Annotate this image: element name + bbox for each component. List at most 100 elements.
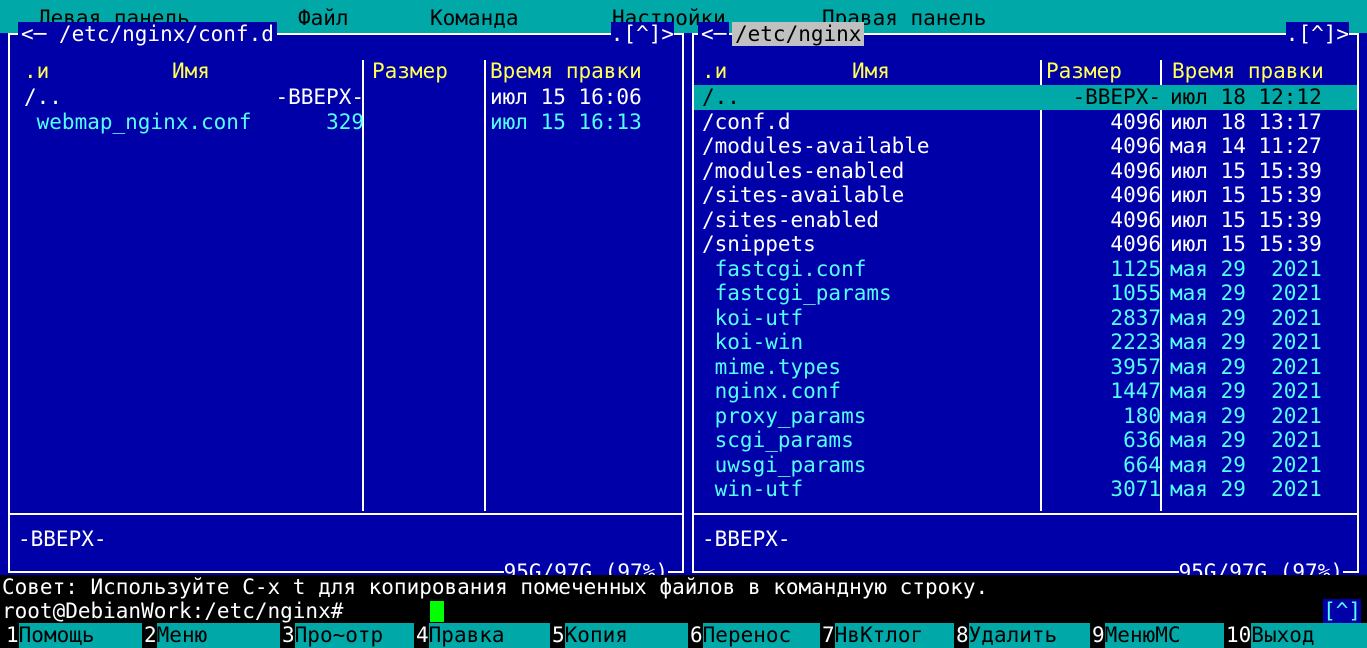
file-size: 4096 <box>1110 232 1161 256</box>
fkey-number: 7 <box>822 623 835 647</box>
header-name[interactable]: Имя <box>852 59 890 84</box>
file-size: 3957 <box>1110 354 1161 379</box>
file-row[interactable]: mime.types 3957 мая 29 2021 <box>694 355 1357 380</box>
right-panel-path[interactable]: /etc/nginx <box>732 22 865 46</box>
file-row[interactable]: /snippets 4096 июл 15 15:39 <box>694 232 1357 257</box>
file-size: 180 <box>1123 403 1161 428</box>
file-row[interactable]: /sites-available 4096 июл 15 15:39 <box>694 183 1357 208</box>
header-size[interactable]: Размер <box>372 59 448 84</box>
file-row[interactable]: fastcgi_params 1055 мая 29 2021 <box>694 281 1357 306</box>
file-row[interactable]: webmap_nginx.conf 329 июл 15 16:13 <box>10 110 682 135</box>
file-mtime: мая 29 2021 <box>1170 452 1322 477</box>
file-row[interactable]: /.. -ВВЕРХ-июл 15 16:06 <box>10 85 682 110</box>
header-size[interactable]: Размер <box>1046 59 1122 84</box>
fkey-number: 3 <box>282 623 295 647</box>
fkey-3[interactable]: 3Про~отр <box>282 623 414 648</box>
file-size: 1055 <box>1110 281 1161 305</box>
fkey-label: Правка <box>428 623 550 648</box>
file-name: /conf.d <box>702 109 791 134</box>
fkey-4[interactable]: 4Правка <box>416 623 550 648</box>
fkey-label: Удалить <box>968 623 1090 648</box>
file-mtime: мая 14 11:27 <box>1170 134 1322 158</box>
shell-prompt: root@DebianWork:/etc/nginx# <box>2 599 344 623</box>
file-size: 2223 <box>1110 330 1161 354</box>
file-size: 4096 <box>1110 109 1161 134</box>
file-mtime: мая 29 2021 <box>1170 428 1322 452</box>
fkey-1[interactable]: 1Помощь <box>6 623 142 648</box>
file-row[interactable]: nginx.conf 1447 мая 29 2021 <box>694 379 1357 404</box>
file-mtime: июл 15 15:39 <box>1170 183 1322 207</box>
header-mark[interactable]: .и <box>24 59 49 84</box>
file-name: koi-utf <box>702 305 804 330</box>
fkey-label: Про~отр <box>294 623 414 648</box>
file-row[interactable]: uwsgi_params 664 мая 29 2021 <box>694 453 1357 478</box>
fkey-number: 4 <box>416 623 429 647</box>
file-mtime: июл 15 16:06 <box>490 85 642 109</box>
fkey-2[interactable]: 2Меню <box>144 623 280 648</box>
left-panel-history-toggle[interactable]: .[^]> <box>610 22 674 46</box>
file-row[interactable]: /conf.d 4096 июл 18 13:17 <box>694 110 1357 135</box>
file-size: 4096 <box>1110 158 1161 183</box>
fkey-number: 1 <box>6 623 19 647</box>
file-row[interactable]: /modules-enabled 4096 июл 15 15:39 <box>694 159 1357 184</box>
file-row[interactable]: koi-win 2223 мая 29 2021 <box>694 330 1357 355</box>
file-row[interactable]: fastcgi.conf 1125 мая 29 2021 <box>694 257 1357 282</box>
header-time[interactable]: Время правки <box>1172 59 1324 84</box>
header-time[interactable]: Время правки <box>490 59 642 84</box>
file-row[interactable]: /.. -ВВЕРХ-июл 18 12:12 <box>694 85 1357 110</box>
header-name[interactable]: Имя <box>172 59 210 84</box>
file-size: 3071 <box>1110 477 1161 501</box>
file-name: scgi_params <box>702 428 854 452</box>
left-panel-path[interactable]: <─ /etc/nginx/conf.d <box>18 22 277 46</box>
fkey-10[interactable]: 10Выход <box>1226 623 1367 648</box>
file-size: 4096 <box>1110 183 1161 207</box>
fkey-5[interactable]: 5Копия <box>552 623 688 648</box>
fkey-number: 8 <box>956 623 969 647</box>
file-size: 2837 <box>1110 305 1161 330</box>
file-row[interactable]: win-utf 3071 мая 29 2021 <box>694 477 1357 502</box>
fkey-number: 5 <box>552 623 565 647</box>
file-mtime: июл 18 12:12 <box>1170 85 1322 109</box>
file-row[interactable]: /modules-available 4096 мая 14 11:27 <box>694 134 1357 159</box>
right-panel-history-toggle[interactable]: .[^]> <box>1285 22 1349 46</box>
file-mtime: июл 15 16:13 <box>490 109 642 134</box>
command-history-button[interactable]: [^] <box>1323 599 1361 624</box>
left-panel[interactable]: <─ /etc/nginx/conf.d .[^]> .и Имя Размер… <box>8 22 684 584</box>
fkey-label: Помощь <box>18 623 142 648</box>
fkey-label: Копия <box>564 623 688 648</box>
file-name: fastcgi.conf <box>702 256 867 281</box>
right-panel[interactable]: <─ /etc/nginx .[^]> .и Имя Размер Время … <box>692 22 1359 584</box>
menu-command[interactable]: Команда <box>430 6 519 31</box>
fkey-number: 2 <box>144 623 157 647</box>
file-size: 329 <box>326 109 364 134</box>
fkey-9[interactable]: 9МенюMC <box>1092 623 1224 648</box>
fkey-8[interactable]: 8Удалить <box>956 623 1090 648</box>
file-mtime: июл 15 15:39 <box>1170 158 1322 183</box>
file-name: /.. <box>24 85 62 109</box>
file-mtime: мая 29 2021 <box>1170 330 1322 354</box>
command-line-input[interactable] <box>430 601 444 622</box>
fkey-label: Перенос <box>702 623 820 648</box>
file-mtime: мая 29 2021 <box>1170 403 1322 428</box>
file-row[interactable]: /sites-enabled 4096 июл 15 15:39 <box>694 208 1357 233</box>
file-mtime: июл 18 13:17 <box>1170 109 1322 134</box>
file-name: /modules-enabled <box>702 158 905 183</box>
mini-status-divider <box>694 513 1357 515</box>
file-size: 636 <box>1123 428 1161 452</box>
file-name: /sites-available <box>702 183 905 207</box>
header-mark[interactable]: .и <box>702 59 727 84</box>
file-size: 1447 <box>1110 379 1161 403</box>
file-row[interactable]: koi-utf 2837 мая 29 2021 <box>694 306 1357 331</box>
file-name: /sites-enabled <box>702 207 880 232</box>
right-panel-arrow[interactable]: <─ <box>698 22 730 46</box>
file-name: koi-win <box>702 330 804 354</box>
file-mtime: мая 29 2021 <box>1170 305 1322 330</box>
left-mini-status: -ВВЕРХ- <box>18 527 107 551</box>
file-row[interactable]: scgi_params 636 мая 29 2021 <box>694 428 1357 453</box>
fkey-7[interactable]: 7НвКтлог <box>822 623 954 648</box>
file-size: 664 <box>1123 452 1161 477</box>
menu-file[interactable]: Файл <box>298 6 349 31</box>
fkey-6[interactable]: 6Перенос <box>690 623 820 648</box>
file-row[interactable]: proxy_params 180 мая 29 2021 <box>694 404 1357 429</box>
file-mtime: мая 29 2021 <box>1170 354 1322 379</box>
